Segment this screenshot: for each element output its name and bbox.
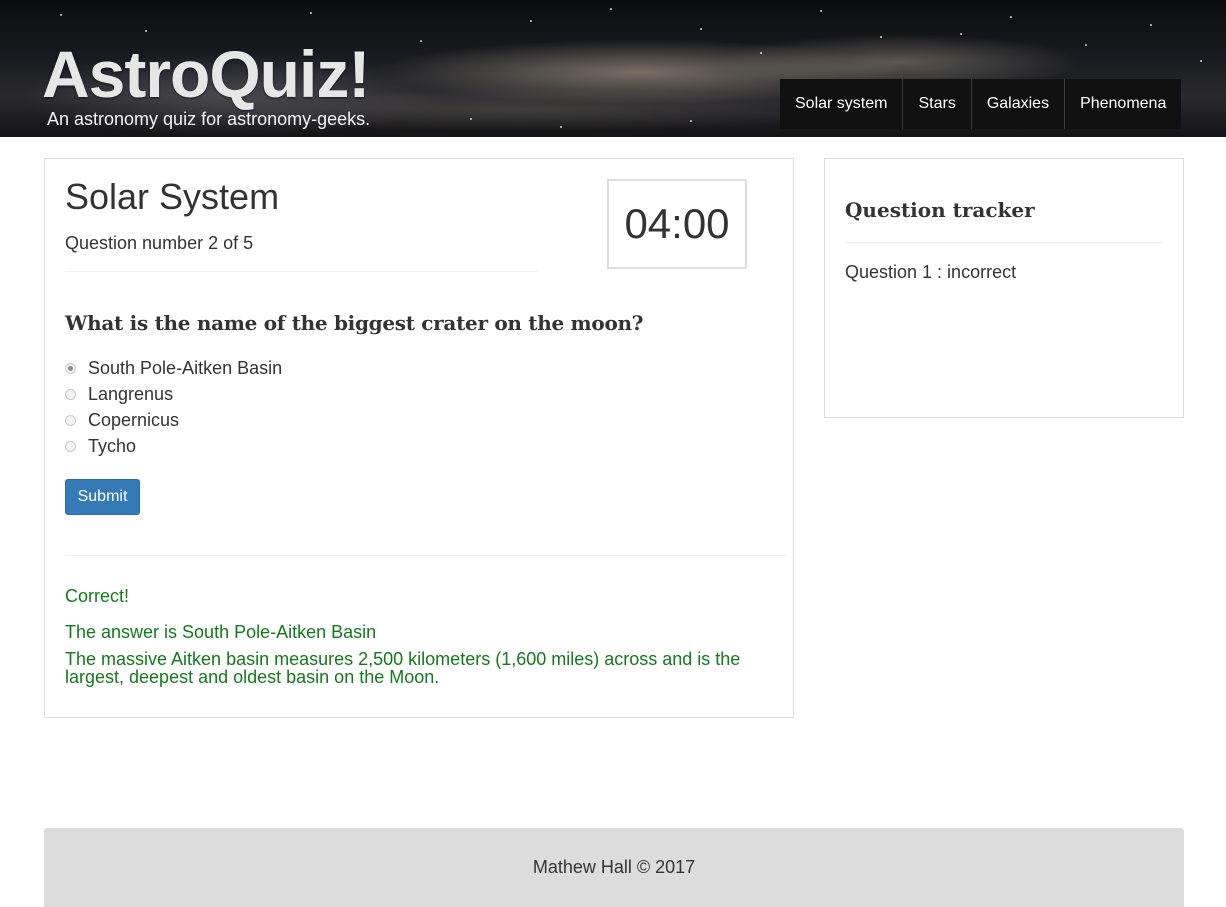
- site-footer: Mathew Hall © 2017: [44, 828, 1184, 907]
- answer-options: South Pole-Aitken Basin Langrenus Copern…: [65, 355, 282, 459]
- tracker-list: Question 1 : incorrect: [845, 261, 1016, 283]
- countdown-timer: 04:00: [607, 179, 747, 269]
- question-tracker-panel: Question tracker Question 1 : incorrect: [824, 158, 1184, 418]
- question-number: Question number 2 of 5: [65, 233, 254, 253]
- radio-button[interactable]: [65, 440, 76, 452]
- answer-option[interactable]: Tycho: [65, 433, 282, 459]
- radio-button-selected[interactable]: [65, 362, 76, 374]
- feedback-explanation: The massive Aitken basin measures 2,500 …: [65, 649, 741, 687]
- footer-copyright: Mathew Hall © 2017: [532, 857, 696, 877]
- radio-button[interactable]: [65, 414, 76, 426]
- answer-option[interactable]: Langrenus: [65, 381, 282, 407]
- feedback-status: Correct!: [65, 586, 130, 606]
- tracker-item: Question 1 : incorrect: [845, 262, 1017, 282]
- site-tagline: An astronomy quiz for astronomy-geeks.: [47, 109, 371, 129]
- quiz-title: Solar System: [65, 176, 280, 217]
- answer-option[interactable]: South Pole-Aitken Basin: [65, 355, 282, 381]
- divider: [845, 242, 1163, 243]
- nav-item-stars[interactable]: Stars: [903, 79, 972, 129]
- answer-option-label[interactable]: Tycho: [88, 436, 136, 457]
- divider: [65, 271, 537, 272]
- quiz-panel: Solar System Question number 2 of 5 04:0…: [44, 158, 794, 718]
- answer-option[interactable]: Copernicus: [65, 407, 282, 433]
- site-title: AstroQuiz!: [42, 37, 370, 111]
- question-text: What is the name of the biggest crater o…: [65, 311, 644, 335]
- answer-option-label[interactable]: Langrenus: [88, 384, 173, 405]
- nav-item-galaxies[interactable]: Galaxies: [971, 79, 1066, 129]
- tracker-title: Question tracker: [845, 198, 1035, 222]
- submit-button[interactable]: Submit: [65, 479, 140, 515]
- nav-item-solar-system[interactable]: Solar system: [780, 79, 904, 129]
- site-header: AstroQuiz! An astronomy quiz for astrono…: [0, 0, 1226, 137]
- answer-option-label[interactable]: Copernicus: [88, 410, 179, 431]
- main-nav: Solar system Stars Galaxies Phenomena: [780, 79, 1182, 129]
- feedback-answer: The answer is South Pole-Aitken Basin: [65, 622, 377, 642]
- nav-item-phenomena[interactable]: Phenomena: [1065, 79, 1182, 129]
- answer-option-label[interactable]: South Pole-Aitken Basin: [88, 358, 282, 379]
- divider: [65, 555, 787, 556]
- radio-button[interactable]: [65, 388, 76, 400]
